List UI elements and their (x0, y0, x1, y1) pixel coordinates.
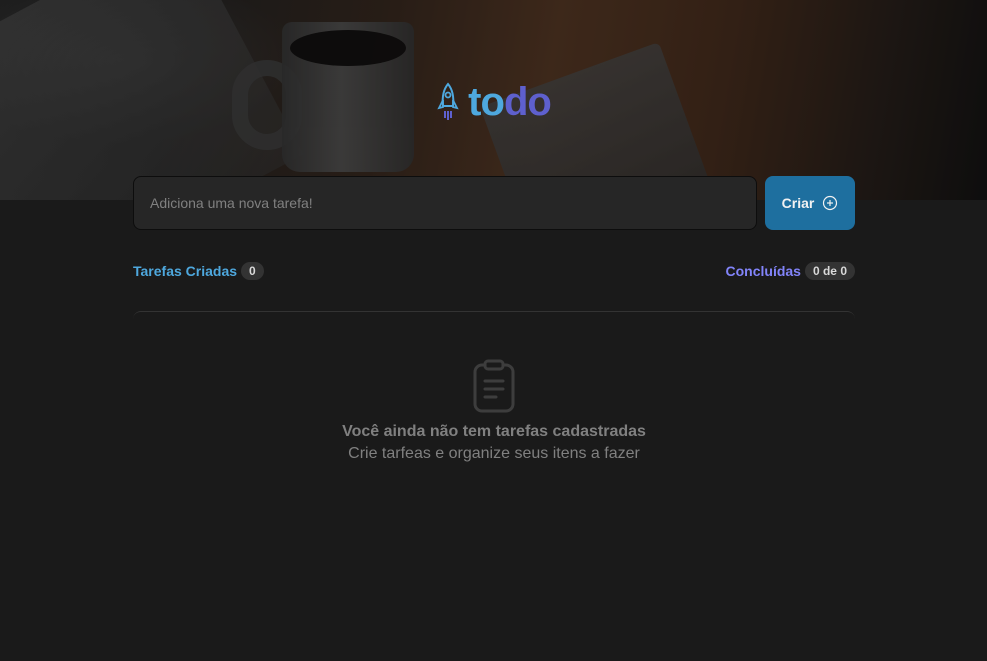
empty-state-title: Você ainda não tem tarefas cadastradas (342, 423, 646, 440)
created-tasks-badge: 0 (241, 262, 264, 280)
task-list: Você ainda não tem tarefas cadastradas C… (133, 311, 855, 611)
app-page: todo Criar Tarefas Criadas 0 Concluídas … (0, 0, 987, 661)
new-task-form: Criar (133, 176, 855, 230)
new-task-input[interactable] (133, 176, 757, 230)
done-tasks-badge: 0 de 0 (804, 262, 855, 280)
task-counters: Tarefas Criadas 0 Concluídas 0 de 0 (133, 262, 855, 280)
plus-circle-icon (823, 195, 838, 211)
logo-text-do: do (503, 80, 552, 124)
create-task-button[interactable]: Criar (765, 176, 855, 230)
clipboard-icon (473, 359, 515, 413)
create-button-label: Criar (781, 195, 815, 211)
created-tasks-counter: Tarefas Criadas 0 (133, 262, 264, 280)
app-logo: todo (0, 82, 987, 122)
created-tasks-label: Tarefas Criadas (133, 263, 238, 279)
done-tasks-label: Concluídas (725, 263, 801, 279)
done-tasks-counter: Concluídas 0 de 0 (725, 262, 855, 280)
logo-text: todo (468, 80, 552, 124)
logo-text-to: to (468, 80, 505, 124)
rocket-icon (437, 82, 459, 120)
empty-state-subtitle: Crie tarfeas e organize seus itens a faz… (348, 445, 640, 462)
